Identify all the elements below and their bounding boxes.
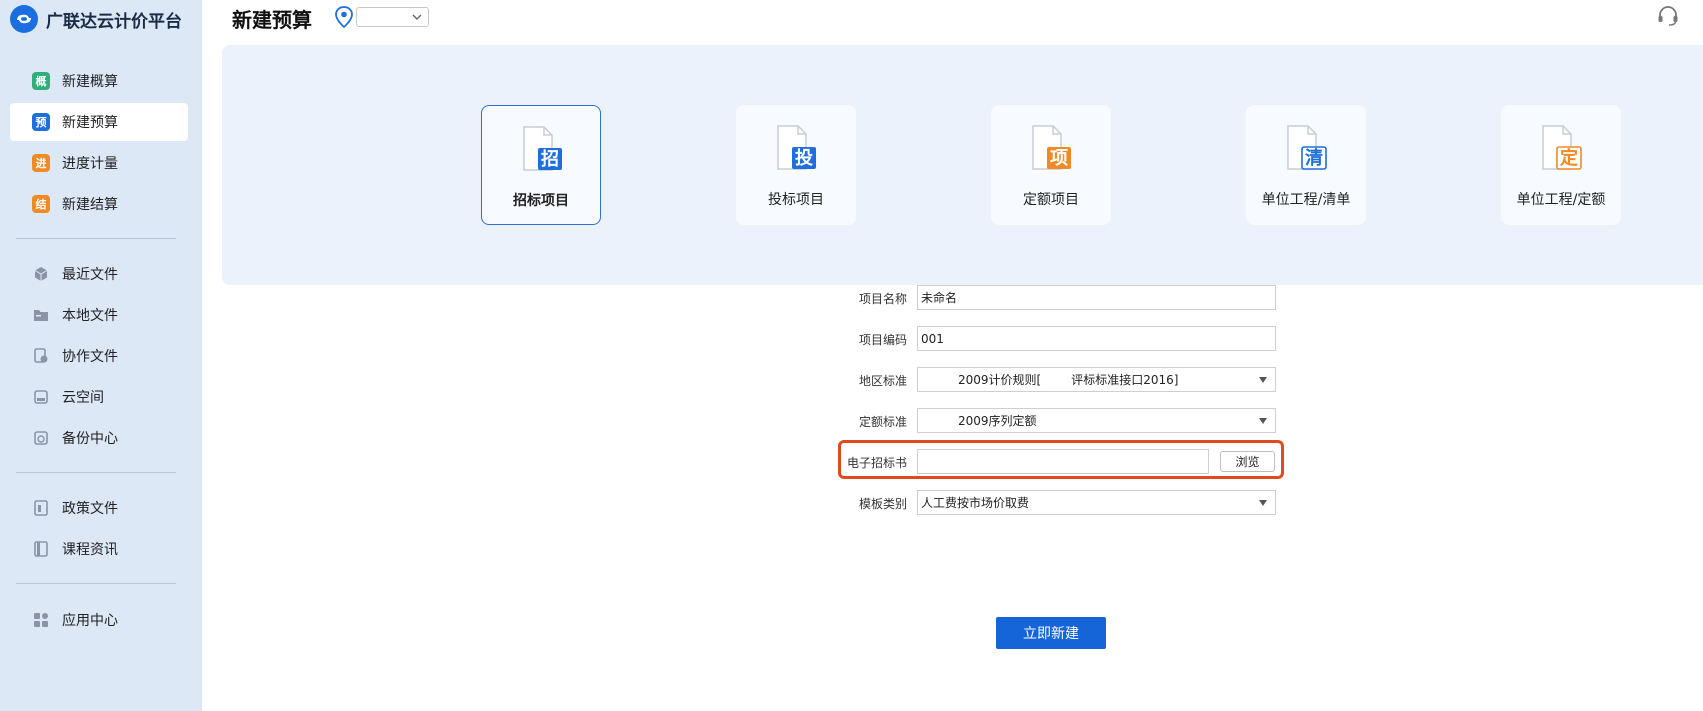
browse-button[interactable]: 浏览 xyxy=(1220,451,1275,472)
sidebar: 广联达云计价平台 概 新建概算 预 新建预算 进 进度计量 结 新建结算 最近文… xyxy=(0,0,202,711)
template-card-label: 单位工程/清单 xyxy=(1261,192,1351,208)
e-tender-input[interactable] xyxy=(917,449,1209,474)
sidebar-item-label: 应用中心 xyxy=(62,613,118,629)
headset-icon[interactable] xyxy=(1656,4,1680,28)
project-type-panel: 招 招标项目 投 投标项目 项 定额项目 清 单位工程/清单 定 单位工程/定额 xyxy=(222,45,1703,285)
unit-list-doc-icon: 清 xyxy=(1287,125,1327,170)
region-standard-value-b: 评标标准接口2016] xyxy=(1071,373,1179,387)
book-icon xyxy=(32,540,50,558)
policy-doc-icon xyxy=(32,499,50,517)
location-select[interactable] xyxy=(356,7,429,27)
template-card-unit-list[interactable]: 清 单位工程/清单 xyxy=(1246,105,1366,225)
dropdown-caret-icon xyxy=(1259,377,1267,383)
template-card-tender[interactable]: 招 招标项目 xyxy=(481,105,601,225)
sidebar-item-policy[interactable]: 政策文件 xyxy=(10,489,188,527)
template-card-label: 招标项目 xyxy=(513,193,569,209)
template-card-label: 投标项目 xyxy=(768,192,824,208)
settlement-badge-icon: 结 xyxy=(32,195,50,213)
dropdown-caret-icon xyxy=(1259,500,1267,506)
quota-standard-label: 定额标准 xyxy=(858,415,907,429)
unit-quota-doc-glyph: 定 xyxy=(1560,147,1578,169)
template-card-unit-quota[interactable]: 定 单位工程/定额 xyxy=(1501,105,1621,225)
sidebar-item-collab[interactable]: 协作文件 xyxy=(10,337,188,375)
apps-grid-icon xyxy=(32,611,50,629)
create-now-button[interactable]: 立即新建 xyxy=(996,617,1106,649)
template-type-select[interactable]: 人工费按市场价取费 xyxy=(917,490,1276,515)
sidebar-item-label: 本地文件 xyxy=(62,308,118,324)
project-name-input[interactable]: 未命名 xyxy=(917,285,1276,310)
budget-badge-icon: 预 xyxy=(32,113,50,131)
folder-icon xyxy=(32,306,50,324)
page-title: 新建预算 xyxy=(232,8,312,32)
quota-doc-glyph: 项 xyxy=(1050,148,1068,169)
sidebar-item-recent[interactable]: 最近文件 xyxy=(10,255,188,293)
cube-icon xyxy=(32,265,50,283)
region-standard-value-a: 2009计价规则[ xyxy=(958,373,1042,387)
tender-doc-glyph: 招 xyxy=(541,148,559,170)
template-card-quota[interactable]: 项 定额项目 xyxy=(991,105,1111,225)
sidebar-divider xyxy=(16,238,176,239)
quota-standard-select[interactable]: 2009序列定额 xyxy=(917,408,1276,433)
project-code-value: 001 xyxy=(921,331,944,346)
sidebar-item-backup[interactable]: 备份中心 xyxy=(10,419,188,457)
bid-doc-icon: 投 xyxy=(777,125,816,170)
sidebar-item-label: 政策文件 xyxy=(62,501,118,517)
sidebar-item-new-budget[interactable]: 预 新建预算 xyxy=(10,103,188,141)
sidebar-item-progress[interactable]: 进 进度计量 xyxy=(10,144,188,182)
tender-doc-icon: 招 xyxy=(523,126,562,171)
sidebar-item-cloud[interactable]: 云空间 xyxy=(10,378,188,416)
sidebar-item-label: 协作文件 xyxy=(62,349,118,365)
template-type-label: 模板类别 xyxy=(858,497,907,511)
progress-badge-icon: 进 xyxy=(32,154,50,172)
e-tender-label: 电子招标书 xyxy=(846,456,907,470)
template-card-label: 单位工程/定额 xyxy=(1516,192,1606,208)
sidebar-item-label: 新建概算 xyxy=(62,74,118,90)
quota-doc-icon: 项 xyxy=(1032,125,1071,170)
project-code-label: 项目编码 xyxy=(858,333,907,347)
region-standard-label: 地区标准 xyxy=(858,374,907,388)
unit-quota-doc-icon: 定 xyxy=(1542,125,1582,170)
sidebar-item-new-estimate[interactable]: 概 新建概算 xyxy=(10,62,188,100)
brand: 广联达云计价平台 xyxy=(10,5,182,33)
template-type-value: 人工费按市场价取费 xyxy=(921,496,1030,510)
app-title: 广联达云计价平台 xyxy=(46,11,182,32)
sidebar-item-local[interactable]: 本地文件 xyxy=(10,296,188,334)
project-code-input[interactable]: 001 xyxy=(917,326,1276,351)
sidebar-item-label: 云空间 xyxy=(62,390,104,406)
template-card-label: 定额项目 xyxy=(1023,192,1079,208)
sidebar-divider xyxy=(16,472,176,473)
sidebar-item-label: 进度计量 xyxy=(62,156,118,172)
collab-file-icon xyxy=(32,347,50,365)
sidebar-item-course[interactable]: 课程资讯 xyxy=(10,530,188,568)
sidebar-item-label: 最近文件 xyxy=(62,267,118,283)
bid-doc-glyph: 投 xyxy=(795,147,813,169)
location-pin-icon[interactable] xyxy=(334,6,354,29)
estimate-badge-icon: 概 xyxy=(32,72,50,90)
sidebar-divider xyxy=(16,583,176,584)
sidebar-item-label: 备份中心 xyxy=(62,431,118,447)
sidebar-item-label: 课程资讯 xyxy=(62,542,118,558)
sidebar-item-label: 新建预算 xyxy=(62,115,118,131)
project-name-label: 项目名称 xyxy=(858,292,907,306)
project-name-value: 未命名 xyxy=(921,291,958,305)
backup-icon xyxy=(32,429,50,447)
sidebar-item-apps[interactable]: 应用中心 xyxy=(10,601,188,639)
cloud-drive-icon xyxy=(32,388,50,406)
sidebar-item-label: 新建结算 xyxy=(62,197,118,213)
region-standard-select[interactable]: 2009计价规则[ 评标标准接口2016] xyxy=(917,367,1276,392)
app-logo-icon xyxy=(10,5,38,33)
unit-list-doc-glyph: 清 xyxy=(1305,148,1323,169)
sidebar-item-settlement[interactable]: 结 新建结算 xyxy=(10,185,188,223)
chevron-down-icon xyxy=(412,14,422,20)
dropdown-caret-icon xyxy=(1259,418,1267,424)
quota-standard-value: 2009序列定额 xyxy=(958,414,1037,428)
template-card-bid[interactable]: 投 投标项目 xyxy=(736,105,856,225)
